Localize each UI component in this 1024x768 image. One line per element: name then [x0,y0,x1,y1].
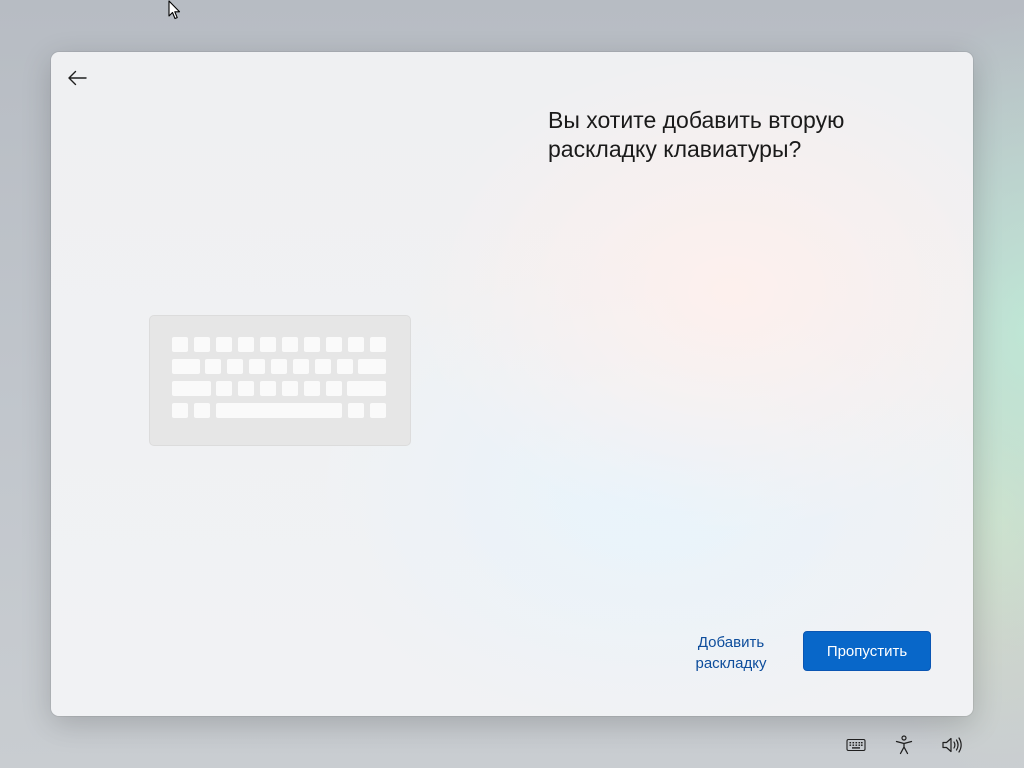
keyboard-key [260,337,276,352]
keyboard-key [238,381,254,396]
keyboard-key [194,403,210,418]
keyboard-key [347,381,386,396]
keyboard-key [326,381,342,396]
keyboard-key [370,337,386,352]
keyboard-key [172,403,188,418]
keyboard-key [282,381,298,396]
mouse-cursor-icon [168,0,181,20]
back-button[interactable] [63,64,91,92]
keyboard-key [194,337,210,352]
setup-dialog: Вы хотите добавить вторую раскладку клав… [51,52,973,716]
keyboard-key [326,337,342,352]
volume-icon[interactable] [940,733,964,757]
keyboard-key [216,337,232,352]
keyboard-key [358,359,386,374]
keyboard-key [238,337,254,352]
keyboard-key [216,381,232,396]
keyboard-key [172,381,211,396]
keyboard-illustration [149,315,411,446]
skip-button[interactable]: Пропустить [803,631,931,671]
keyboard-icon[interactable] [844,733,868,757]
add-layout-link[interactable]: Добавить раскладку [679,632,783,674]
keyboard-key [172,359,200,374]
keyboard-spacebar [216,403,342,418]
keyboard-key [282,337,298,352]
keyboard-key [348,403,364,418]
keyboard-key [304,337,320,352]
keyboard-key [205,359,221,374]
keyboard-key [370,403,386,418]
keyboard-key [227,359,243,374]
keyboard-key [260,381,276,396]
keyboard-key [172,337,188,352]
keyboard-key [249,359,265,374]
arrow-left-icon [68,70,87,86]
keyboard-key [293,359,309,374]
page-title: Вы хотите добавить вторую раскладку клав… [548,107,845,162]
keyboard-key [271,359,287,374]
keyboard-key [304,381,320,396]
keyboard-key [348,337,364,352]
accessibility-icon[interactable] [892,733,916,757]
keyboard-key [315,359,331,374]
keyboard-key [337,359,353,374]
